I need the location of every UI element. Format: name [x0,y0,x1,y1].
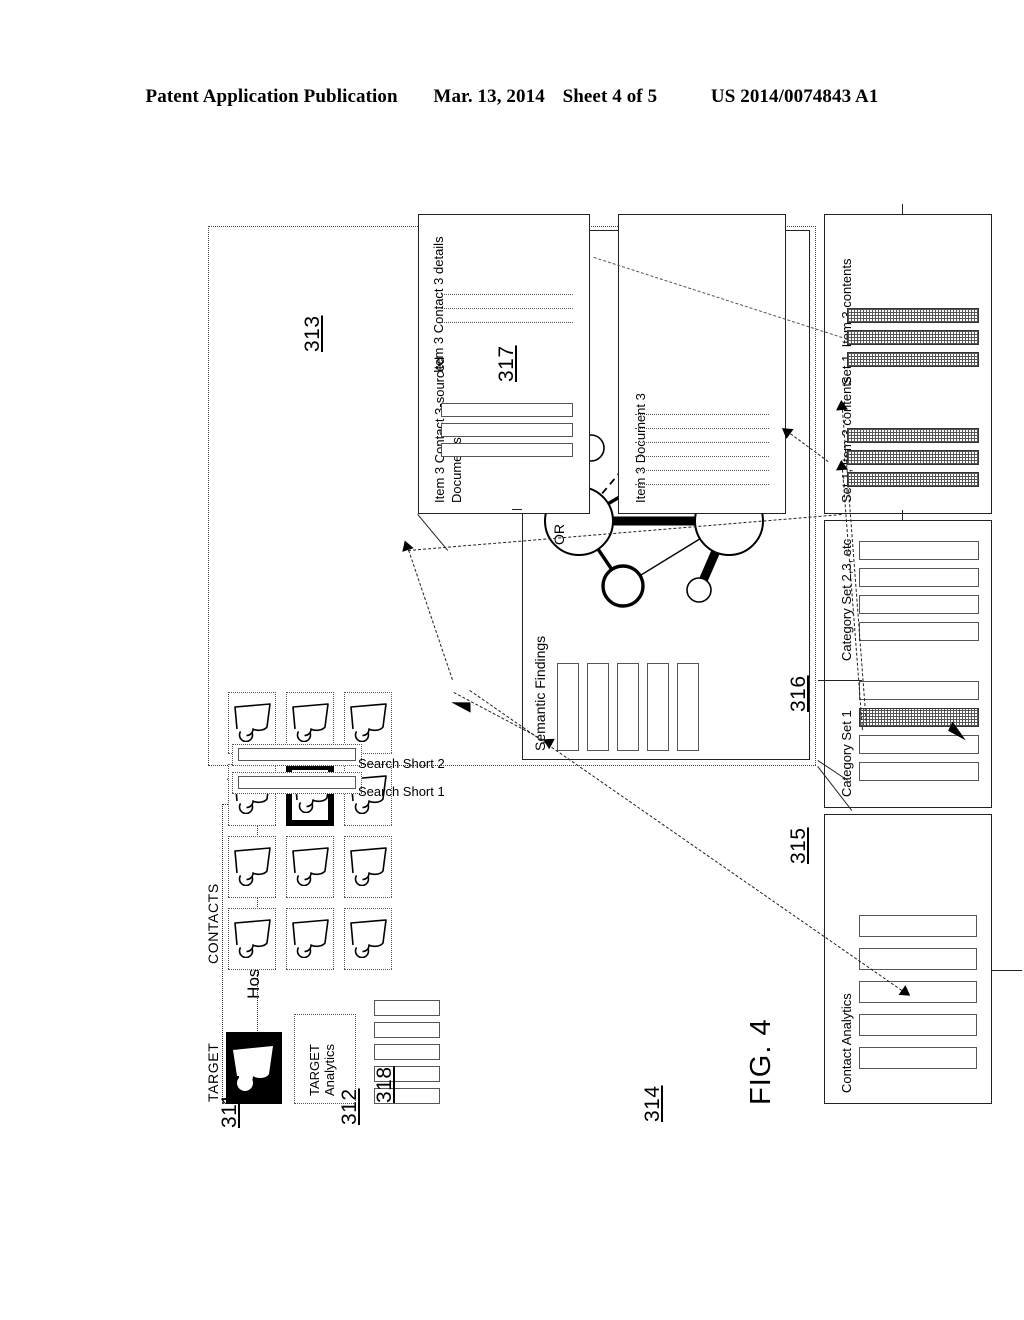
header-date: Mar. 13, 2014 [433,86,545,107]
contact-detail-line [441,322,573,323]
contact-analytics-bar [859,948,977,970]
ref-316: 316 [787,675,810,712]
semantic-finding-bar [677,663,699,751]
contact-cell[interactable] [286,836,334,898]
search-label-1: Search Short 1 [358,784,445,799]
set-contents-group-2-bar [847,330,979,345]
category-set-23-bar [859,595,979,614]
set-contents-group-2-bar [847,352,979,367]
search-label-2: Search Short 2 [358,756,445,771]
semantic-finding-bar [647,663,669,751]
contact-analytics-bar [859,915,977,937]
target-analytics-bar [374,1022,440,1038]
ref-311: 311 [218,1093,241,1128]
category-set-1-bar [859,708,979,727]
set-contents-group-1-bar [847,428,979,443]
document-text-line [635,484,769,485]
target-analytics-label: TARGET Analytics [307,1043,337,1096]
contacts-label: CONTACTS [205,883,221,964]
search-input-1[interactable] [232,772,362,794]
ref-315: 315 [787,827,810,864]
document-text-line [635,442,769,443]
category-set-1-bar [859,762,979,781]
target-analytics-bar [374,1000,440,1016]
leader-ref-314 [992,970,1022,971]
leader-ref-313 [512,509,522,510]
leader-ref-318 [818,680,862,681]
callout-arrow-contents-2 [835,399,848,411]
document-text-line [635,470,769,471]
semantic-findings-bars [557,657,807,751]
contact-details-label: Item 3 Contact 3 details [431,236,446,373]
sourced-document-bar [441,403,573,417]
semantic-finding-bar [557,663,579,751]
category-set-1-label: Category Set 1 [839,710,854,797]
graph-node [601,564,645,608]
leader-ref-316 [902,204,903,214]
or-label: OR [551,524,567,545]
header-publication: Patent Application Publication [145,86,398,107]
header-sheet: Sheet 4 of 5 [562,86,658,107]
semantic-finding-bar [617,663,639,751]
contact-analytics-bar [859,1014,977,1036]
target-analytics-bar [374,1044,440,1060]
set-contents-group-1-bar [847,472,979,487]
ref-313: 313 [301,315,324,352]
document-panel-label: Item 3 Document 3 [633,393,648,503]
sourced-document-bar [441,443,573,457]
graph-node [686,577,712,603]
header-document-number: US 2014/0074843 A1 [710,86,879,107]
search-input-inner-1 [238,776,356,789]
document-text-line [635,428,769,429]
contact-detail-line [441,294,573,295]
leader-ref-315 [902,510,903,520]
search-input-2[interactable] [232,744,362,766]
contact-cell[interactable] [344,908,392,970]
contact-cell[interactable] [228,836,276,898]
category-set-1-bar [859,681,979,700]
document-panel-item3-document3: Item 3 Document 3 [618,214,786,514]
contact-cell[interactable] [344,836,392,898]
contact-analytics-bar [859,1047,977,1069]
page-header: Patent Application Publication Mar. 13, … [0,86,1024,108]
document-text-line [635,456,769,457]
ref-318: 318 [373,1066,396,1103]
contact-detail-line [441,308,573,309]
set-contents-panel-316: Set 1, Item 3 contentsSet 1, Item 3 cont… [824,214,992,514]
contact-analytics-bar [859,981,977,1003]
category-set-23-bar [859,541,979,560]
semantic-finding-bar [587,663,609,751]
ref-312: 312 [338,1088,361,1125]
search-input-inner-2 [238,748,356,761]
set-contents-group-1-bar [847,450,979,465]
ref-317: 317 [495,345,518,382]
contact-cell[interactable] [286,908,334,970]
category-set-23-bar [859,622,979,641]
contact-analytics-panel-314: Contact Analytics [824,814,992,1104]
ref-314: 314 [641,1085,664,1122]
set-contents-group-2-bar [847,308,979,323]
category-set-23-bar [859,568,979,587]
contact-cell[interactable] [228,908,276,970]
document-text-line [635,414,769,415]
sourced-document-bar [441,423,573,437]
